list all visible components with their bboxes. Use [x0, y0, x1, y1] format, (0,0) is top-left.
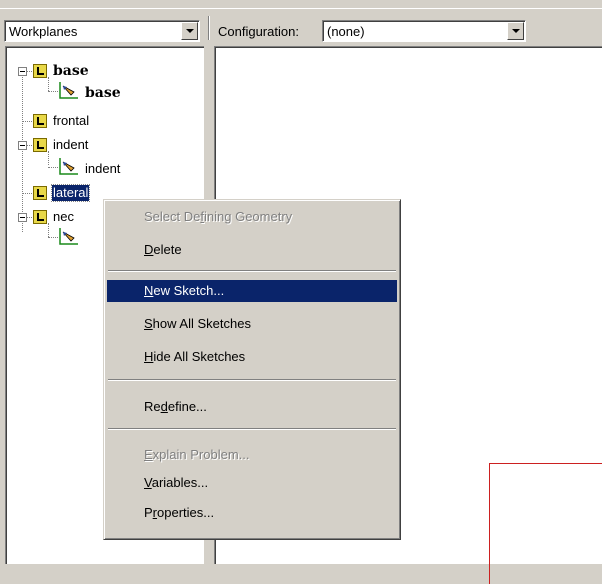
tree-connector [48, 223, 49, 237]
tree-connector [22, 121, 32, 122]
menu-separator [108, 270, 396, 272]
chevron-down-icon[interactable] [507, 22, 524, 40]
menu-item-redefine[interactable]: Redefine... [107, 396, 397, 418]
menu-separator [108, 379, 396, 381]
collapse-toggle[interactable] [18, 141, 27, 150]
tree-item-nec[interactable]: nec [52, 209, 75, 225]
sketch-outline [489, 463, 602, 584]
menu-item-variables[interactable]: Variables... [107, 472, 397, 494]
chevron-down-icon[interactable] [181, 22, 198, 40]
workplane-icon [33, 114, 47, 128]
menu-item-properties[interactable]: Properties... [107, 502, 397, 524]
menu-item-delete[interactable]: Delete [107, 239, 397, 261]
top-border [0, 0, 602, 9]
view-selector-combo[interactable]: Workplanes [4, 20, 200, 42]
configuration-value: (none) [327, 24, 365, 39]
configuration-label: Configuration: [218, 24, 299, 39]
sketch-icon [59, 228, 78, 245]
tree-connector [22, 193, 32, 194]
tree-connector [48, 167, 58, 168]
menu-item-hide-all-sketches[interactable]: Hide All Sketches [107, 346, 397, 368]
context-menu: Select Defining Geometry Delete New Sket… [103, 199, 401, 540]
collapse-toggle[interactable] [18, 213, 27, 222]
menu-item-new-sketch[interactable]: New Sketch... [107, 280, 397, 302]
sketch-icon [59, 158, 78, 175]
tree-connector [48, 77, 49, 91]
view-selector-value: Workplanes [9, 24, 78, 39]
tree-item-base-sketch[interactable]: base [84, 85, 122, 101]
workplane-icon [33, 64, 47, 78]
tree-item-indent-sketch[interactable]: indent [84, 161, 121, 177]
workplane-icon [33, 210, 47, 224]
workplane-icon [33, 138, 47, 152]
tree-item-indent[interactable]: indent [52, 137, 89, 153]
tree-item-lateral[interactable]: lateral [50, 184, 91, 202]
tree-item-base[interactable]: base [52, 63, 90, 79]
menu-item-show-all-sketches[interactable]: Show All Sketches [107, 313, 397, 335]
menu-item-explain-problem[interactable]: Explain Problem... [107, 444, 397, 466]
tree-connector [48, 151, 49, 165]
tree-connector [48, 91, 58, 92]
configuration-combo[interactable]: (none) [322, 20, 526, 42]
tree-connector [48, 237, 58, 238]
menu-item-select-defining-geometry[interactable]: Select Defining Geometry [107, 206, 397, 228]
sketch-icon [59, 82, 78, 99]
collapse-toggle[interactable] [18, 67, 27, 76]
tree-item-frontal[interactable]: frontal [52, 113, 90, 129]
menu-separator [108, 428, 396, 430]
workplane-icon [33, 186, 47, 200]
